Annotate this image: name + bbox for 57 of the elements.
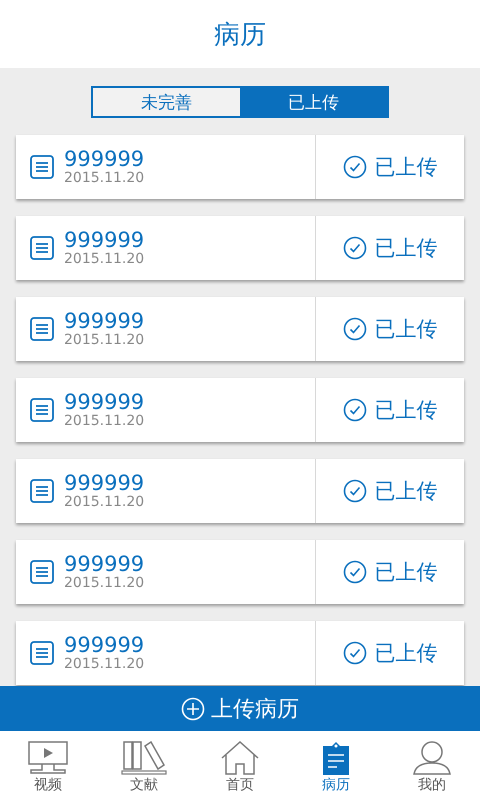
record-number: 999999 xyxy=(64,391,144,413)
document-icon xyxy=(30,560,54,584)
page-title: 病历 xyxy=(214,18,266,52)
check-circle-icon xyxy=(342,560,366,584)
status-label: 已上传 xyxy=(374,154,438,181)
status-label: 已上传 xyxy=(374,478,438,505)
document-icon xyxy=(30,641,54,665)
document-icon xyxy=(30,317,54,341)
record-number: 999999 xyxy=(64,148,144,170)
segment-tab[interactable]: 已上传 xyxy=(240,88,387,116)
status-label: 已上传 xyxy=(374,397,438,424)
record-date: 2015.11.20 xyxy=(64,494,144,510)
person-icon xyxy=(412,741,452,775)
check-circle-icon xyxy=(342,236,366,260)
nav-tab[interactable]: 视频 xyxy=(0,731,96,800)
record-date: 2015.11.20 xyxy=(64,170,144,186)
check-circle-icon xyxy=(342,398,366,422)
monitor-play-icon xyxy=(27,741,69,775)
record-card[interactable]: 999999 2015.11.20 已上传 xyxy=(16,540,464,604)
record-number: 999999 xyxy=(64,229,144,251)
record-date: 2015.11.20 xyxy=(64,575,144,591)
check-circle-icon xyxy=(342,155,366,179)
record-card[interactable]: 999999 2015.11.20 已上传 xyxy=(16,378,464,442)
clipboard-icon xyxy=(321,741,351,775)
document-icon xyxy=(30,236,54,260)
plus-circle-icon xyxy=(181,696,205,720)
nav-tab[interactable]: 病历 xyxy=(288,731,384,800)
record-card[interactable]: 999999 2015.11.20 已上传 xyxy=(16,297,464,361)
upload-record-button[interactable]: 上传病历 xyxy=(0,686,480,731)
status-label: 已上传 xyxy=(374,316,438,343)
status-label: 已上传 xyxy=(374,559,438,586)
check-circle-icon xyxy=(342,641,366,665)
status-label: 已上传 xyxy=(374,640,438,667)
record-card[interactable]: 999999 2015.11.20 已上传 xyxy=(16,135,464,199)
check-circle-icon xyxy=(342,479,366,503)
document-icon xyxy=(30,398,54,422)
nav-tab[interactable]: 我的 xyxy=(384,731,480,800)
record-card[interactable]: 999999 2015.11.20 已上传 xyxy=(16,459,464,523)
record-date: 2015.11.20 xyxy=(64,332,144,348)
status-label: 已上传 xyxy=(374,235,438,262)
record-date: 2015.11.20 xyxy=(64,656,144,672)
segment-tab[interactable]: 未完善 xyxy=(93,88,240,116)
record-date: 2015.11.20 xyxy=(64,413,144,429)
document-icon xyxy=(30,479,54,503)
record-number: 999999 xyxy=(64,553,144,575)
house-icon xyxy=(220,741,260,775)
record-number: 999999 xyxy=(64,310,144,332)
record-number: 999999 xyxy=(64,634,144,656)
books-icon xyxy=(121,741,167,775)
record-date: 2015.11.20 xyxy=(64,251,144,267)
nav-tab[interactable]: 首页 xyxy=(192,731,288,800)
record-number: 999999 xyxy=(64,472,144,494)
nav-tab[interactable]: 文献 xyxy=(96,731,192,800)
check-circle-icon xyxy=(342,317,366,341)
record-card[interactable]: 999999 2015.11.20 已上传 xyxy=(16,621,464,685)
record-card[interactable]: 999999 2015.11.20 已上传 xyxy=(16,216,464,280)
document-icon xyxy=(30,155,54,179)
